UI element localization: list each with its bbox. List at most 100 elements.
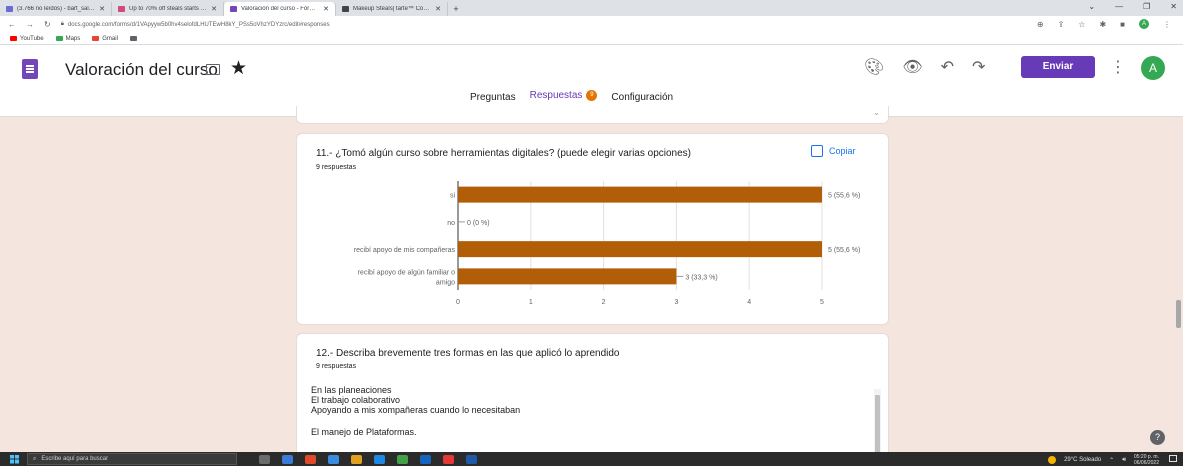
- tab-favicon-icon: [230, 6, 237, 12]
- taskbar-search[interactable]: ⌕ Escribe aquí para buscar: [27, 453, 237, 465]
- preview-eye-icon[interactable]: 👁︎: [902, 57, 922, 77]
- x-tick-label: 0: [456, 299, 460, 306]
- bar-value-label: 5 (55,6 %): [828, 193, 860, 200]
- zoom-icon[interactable]: ⊕: [1037, 20, 1044, 29]
- bookmark-label: Gmail: [102, 35, 118, 42]
- tab-title: Valoración del curso - Formulario: [241, 6, 319, 12]
- close-tab-icon[interactable]: ✕: [435, 5, 441, 13]
- notifications-icon[interactable]: [1169, 455, 1177, 462]
- profile-icon[interactable]: A: [1139, 19, 1149, 29]
- bookmark-item[interactable]: Gmail: [92, 36, 118, 42]
- windows-taskbar: ⌕ Escribe aquí para buscar 29°C Soleado …: [0, 452, 1183, 466]
- browser-tab[interactable]: (3.766 no leídos) - bart_salazarm✕: [0, 2, 112, 16]
- taskbar-app-icon[interactable]: [351, 454, 362, 464]
- taskbar-app-icon[interactable]: [328, 454, 339, 464]
- taskbar-app-icon[interactable]: [397, 454, 408, 464]
- url-field[interactable]: 🔒︎ docs.google.com/forms/d/1VApyyw5b0hv4…: [61, 21, 330, 28]
- back-icon[interactable]: ←: [8, 20, 16, 29]
- close-tab-icon[interactable]: ✕: [323, 5, 329, 13]
- tab-favicon-icon: [6, 6, 13, 12]
- bookmark-item[interactable]: [129, 36, 140, 41]
- bar-value-label: 3 (33,3 %): [685, 274, 717, 281]
- tab-title: Up to 70% off steals starts now!: [129, 6, 208, 12]
- taskbar-app-icon[interactable]: [305, 454, 316, 464]
- chevron-down-icon[interactable]: ⌄: [1088, 2, 1095, 11]
- category-label: amigo: [436, 279, 455, 286]
- bookmark-label: Maps: [65, 35, 81, 42]
- x-tick-label: 4: [747, 299, 751, 306]
- close-icon[interactable]: ✕: [1170, 2, 1177, 11]
- answer-item: En las planeaciones El trabajo colaborati…: [311, 385, 881, 415]
- folder-icon[interactable]: [206, 64, 220, 75]
- browser-tab[interactable]: Makeup Steals| tarte™ Cosmetics✕: [336, 2, 448, 16]
- address-bar: ← → ↻ 🔒︎ docs.google.com/forms/d/1VApyyw…: [0, 16, 1183, 33]
- question-title: 12.- Describa brevemente tres formas en …: [316, 348, 620, 359]
- forward-icon[interactable]: →: [26, 20, 34, 29]
- minimize-icon[interactable]: —: [1115, 2, 1123, 11]
- chevron-down-icon[interactable]: ⌄: [873, 108, 880, 117]
- close-tab-icon[interactable]: ✕: [99, 5, 105, 13]
- close-tab-icon[interactable]: ✕: [211, 5, 217, 13]
- clock[interactable]: 05:20 p. m. 06/06/2022: [1134, 454, 1159, 466]
- tab-label: Preguntas: [470, 91, 516, 103]
- windows-start-icon[interactable]: [10, 454, 19, 464]
- answers-scrollbar[interactable]: [874, 389, 881, 454]
- share-icon[interactable]: ⇪: [1058, 20, 1065, 29]
- category-label: recibí apoyo de algún familiar o: [358, 269, 455, 276]
- taskbar-app-icon[interactable]: [259, 454, 270, 464]
- x-tick-label: 2: [602, 299, 606, 306]
- page-scrollbar[interactable]: [1176, 300, 1181, 328]
- x-tick-label: 3: [674, 299, 678, 306]
- answer-line: Apoyando a mis xompañeras cuando lo nece…: [311, 405, 521, 415]
- bookmark-star-icon[interactable]: ☆: [1078, 20, 1085, 29]
- taskbar-app-icon[interactable]: [443, 454, 454, 464]
- reload-icon[interactable]: ↻: [44, 20, 51, 29]
- scroll-thumb[interactable]: [875, 395, 880, 454]
- new-tab-button[interactable]: +: [448, 2, 464, 16]
- tab-title: (3.766 no leídos) - bart_salazarm: [17, 6, 96, 12]
- bar-value-label: 5 (55,6 %): [828, 247, 860, 254]
- category-label: no: [447, 220, 455, 227]
- bar-chart: 0 1 2 3 4 5 si 5 (55,6 %) no 0 (0 %) recibí apoyo …: [354, 181, 860, 306]
- tab-favicon-icon: [118, 6, 125, 12]
- extensions-icon[interactable]: ✱: [1099, 20, 1106, 29]
- browser-tabs: (3.766 no leídos) - bart_salazarm✕Up to …: [0, 2, 448, 16]
- taskbar-app-icon[interactable]: [374, 454, 385, 464]
- taskbar-app-icon[interactable]: [466, 454, 477, 464]
- undo-icon[interactable]: ↶: [941, 57, 954, 77]
- previous-question-card: ⌄: [296, 106, 889, 124]
- clock-date: 06/06/2022: [1133, 460, 1159, 466]
- text-answers-list: En las planeaciones El trabajo colaborati…: [311, 385, 881, 454]
- taskbar-app-icon[interactable]: [420, 454, 431, 464]
- google-forms-icon[interactable]: [22, 59, 38, 79]
- browser-tab[interactable]: Up to 70% off steals starts now! ✕: [112, 2, 224, 16]
- form-title[interactable]: Valoración del curso: [65, 60, 218, 80]
- menu-icon[interactable]: ⋮: [1163, 20, 1171, 29]
- star-icon[interactable]: ★: [230, 57, 247, 80]
- category-label: recibí apoyo de mis compañeras: [354, 247, 456, 254]
- palette-icon[interactable]: 🎨︎: [864, 57, 884, 77]
- send-button[interactable]: Enviar: [1021, 56, 1095, 78]
- browser-tab[interactable]: Valoración del curso - Formulario ✕: [224, 2, 336, 16]
- help-icon[interactable]: ?: [1150, 430, 1165, 445]
- speaker-icon[interactable]: 🔊︎: [1122, 457, 1126, 464]
- avatar[interactable]: A: [1141, 56, 1165, 80]
- address-bar-actions: ⊕ ⇪ ☆ ✱ ■ A ⋮: [1037, 19, 1171, 29]
- bookmark-item[interactable]: Maps: [55, 35, 81, 42]
- url-text: docs.google.com/forms/d/1VApyyw5b0hv4sel…: [67, 21, 330, 28]
- answer-line: En las planeaciones: [311, 385, 392, 395]
- chevron-up-icon[interactable]: ⌃: [1109, 457, 1114, 464]
- search-placeholder: Escribe aquí para buscar: [41, 456, 109, 462]
- search-icon: ⌕: [33, 455, 37, 462]
- sidebar-icon[interactable]: ■: [1120, 20, 1125, 29]
- taskbar-apps: [259, 454, 477, 464]
- restore-icon[interactable]: ❐: [1143, 2, 1150, 11]
- more-options-icon[interactable]: ⋮: [1110, 57, 1126, 77]
- bar-value-label: 0 (0 %): [467, 220, 490, 227]
- window-controls: ⌄ — ❐ ✕: [1088, 2, 1177, 11]
- bar: [458, 186, 822, 203]
- taskbar-app-icon[interactable]: [282, 454, 293, 464]
- weather-text[interactable]: 29°C Soleado: [1064, 457, 1101, 463]
- redo-icon[interactable]: ↷: [972, 57, 985, 77]
- bookmark-item[interactable]: YouTube: [10, 36, 44, 42]
